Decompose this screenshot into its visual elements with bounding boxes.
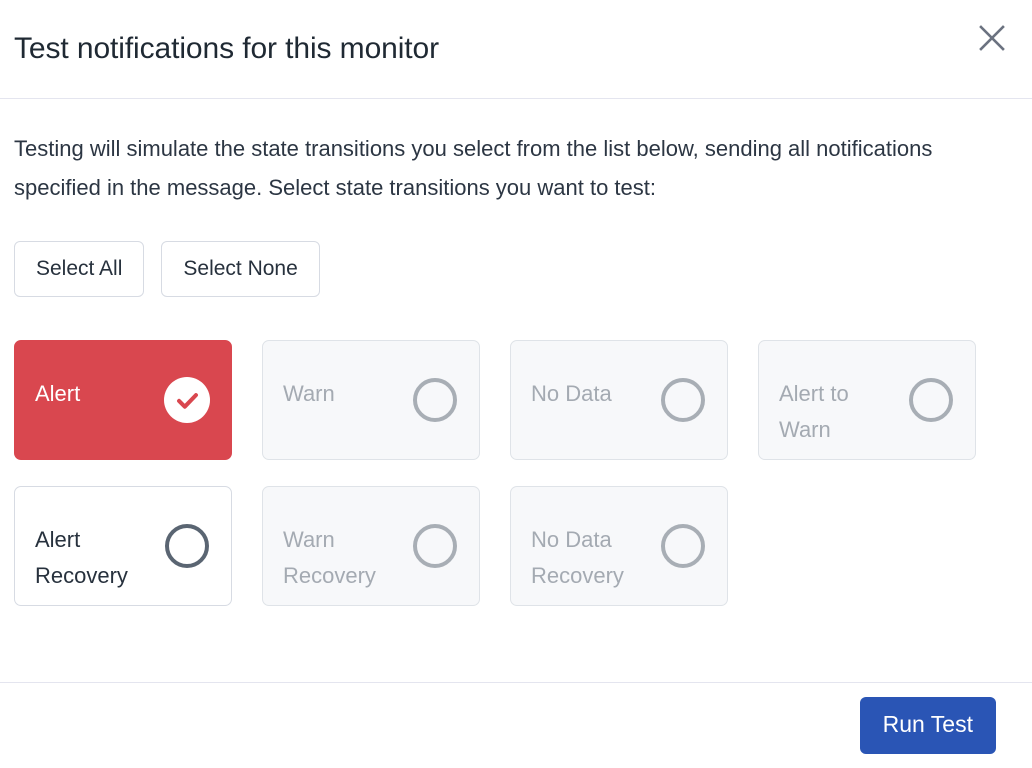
radio-empty-icon (163, 522, 211, 570)
radio-empty-icon (659, 522, 707, 570)
transition-tile-alert-to-warn[interactable]: Alert to Warn (758, 340, 976, 460)
transition-tile-label: No Data Recovery (531, 527, 624, 588)
check-icon (163, 376, 211, 424)
page-title: Test notifications for this monitor (14, 32, 440, 65)
run-test-button[interactable]: Run Test (859, 697, 996, 754)
transition-tile-label: Alert (35, 381, 81, 406)
select-none-button[interactable]: Select None (161, 241, 320, 297)
close-icon (977, 23, 1007, 53)
radio-empty-icon (659, 376, 707, 424)
state-transition-grid: Alert Warn No Data Alert to Warn Alert R… (14, 340, 1018, 606)
transition-row: Alert Recovery Warn Recovery No Data Rec… (14, 486, 1018, 606)
close-button[interactable] (968, 14, 1016, 62)
transition-tile-alert-recovery[interactable]: Alert Recovery (14, 486, 232, 606)
radio-empty-icon (411, 376, 459, 424)
transition-tile-label: Warn (283, 381, 335, 406)
dialog-header: Test notifications for this monitor (0, 0, 1032, 99)
transition-tile-label: Alert Recovery (35, 527, 128, 588)
transition-tile-alert[interactable]: Alert (14, 340, 232, 460)
dialog-body: Testing will simulate the state transiti… (0, 99, 1032, 683)
test-notifications-dialog: Test notifications for this monitor Test… (0, 0, 1032, 768)
transition-tile-warn-recovery[interactable]: Warn Recovery (262, 486, 480, 606)
transition-tile-no-data[interactable]: No Data (510, 340, 728, 460)
transition-tile-no-data-recovery[interactable]: No Data Recovery (510, 486, 728, 606)
transition-tile-warn[interactable]: Warn (262, 340, 480, 460)
dialog-footer: Run Test (0, 683, 1032, 768)
select-all-button[interactable]: Select All (14, 241, 145, 297)
transition-tile-label: Alert to Warn (779, 381, 849, 442)
transition-row: Alert Warn No Data Alert to Warn (14, 340, 1018, 460)
transition-tile-label: Warn Recovery (283, 527, 376, 588)
radio-empty-icon (907, 376, 955, 424)
transition-tile-label: No Data (531, 381, 612, 406)
select-actions: Select All Select None (14, 241, 1018, 297)
radio-empty-icon (411, 522, 459, 570)
intro-description: Testing will simulate the state transiti… (14, 136, 933, 200)
